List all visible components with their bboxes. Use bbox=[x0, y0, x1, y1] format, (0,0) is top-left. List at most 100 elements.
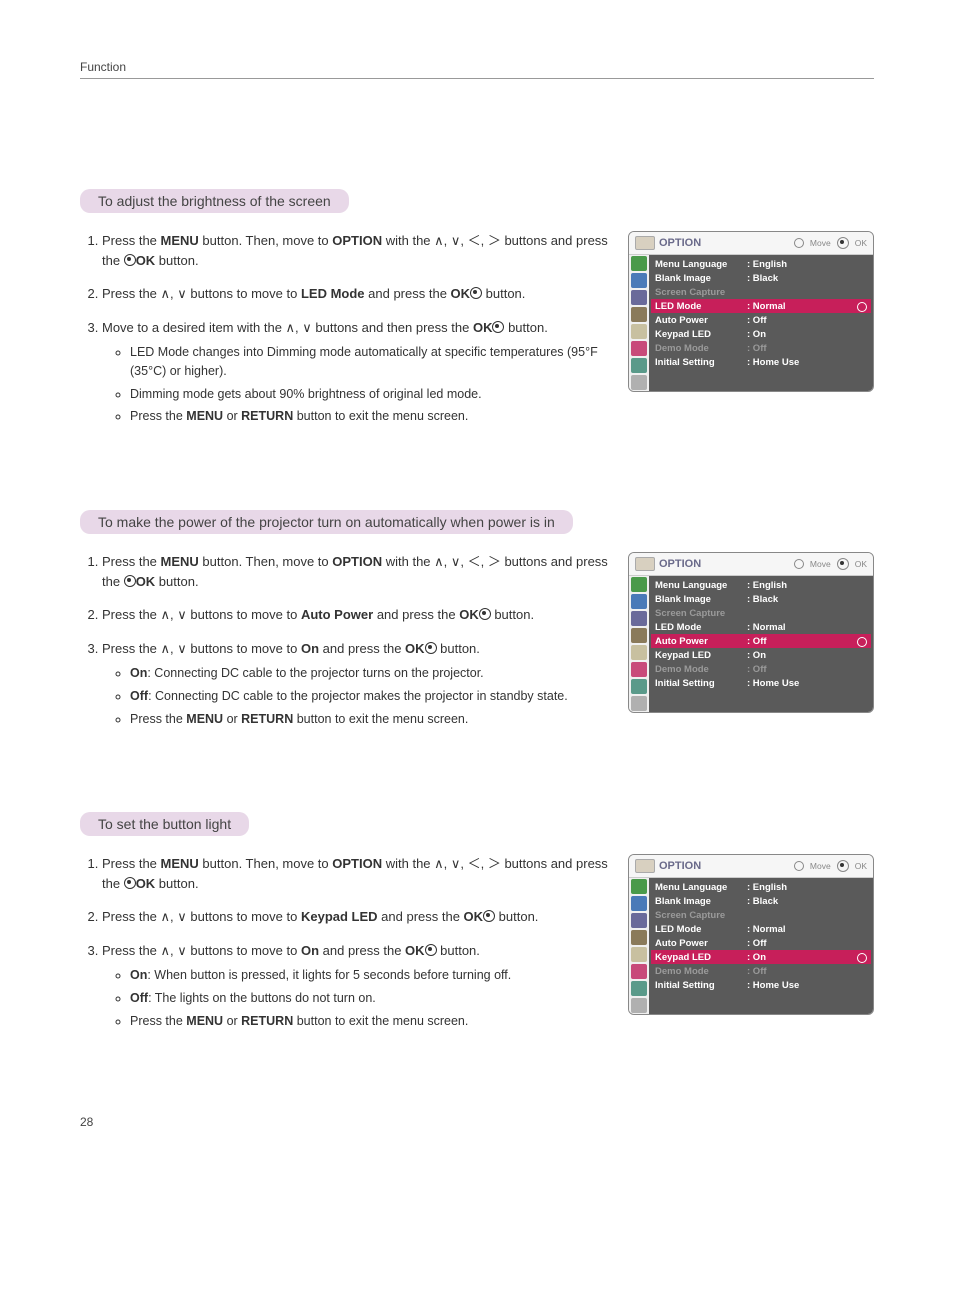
osd-category-icon bbox=[631, 628, 647, 643]
osd-row-label: Blank Image bbox=[655, 896, 747, 907]
osd-row-label: Screen Capture bbox=[655, 287, 747, 298]
instruction-bullet: On: Connecting DC cable to the projector… bbox=[130, 664, 610, 683]
instruction-bullet: Press the MENU or RETURN button to exit … bbox=[130, 710, 610, 729]
osd-row-label: Initial Setting bbox=[655, 678, 747, 689]
page-number: 28 bbox=[80, 1115, 874, 1129]
osd-row: Screen Capture bbox=[649, 606, 873, 620]
osd-row: Screen Capture bbox=[649, 908, 873, 922]
section-heading: To adjust the brightness of the screen bbox=[80, 189, 349, 213]
osd-row-label: Demo Mode bbox=[655, 343, 747, 354]
osd-row-label: Screen Capture bbox=[655, 910, 747, 921]
osd-title: OPTION bbox=[659, 558, 701, 570]
osd-row-label: Auto Power bbox=[655, 315, 747, 326]
osd-row: Blank Image: Black bbox=[649, 592, 873, 606]
osd-row-value: : Home Use bbox=[747, 678, 799, 689]
osd-panel: OPTIONMoveOKMenu Language: EnglishBlank … bbox=[628, 231, 874, 392]
osd-move-label: Move bbox=[810, 861, 831, 871]
osd-category-icon bbox=[631, 341, 647, 356]
osd-row-label: Blank Image bbox=[655, 273, 747, 284]
osd-ok-label: OK bbox=[855, 238, 867, 248]
osd-row: LED Mode: Normal bbox=[651, 299, 871, 313]
osd-category-icon bbox=[631, 324, 647, 339]
osd-row-value: : Off bbox=[747, 664, 767, 675]
osd-row-label: Demo Mode bbox=[655, 966, 747, 977]
osd-category-icon bbox=[631, 679, 647, 694]
osd-row-label: Screen Capture bbox=[655, 608, 747, 619]
osd-ok-label: OK bbox=[855, 559, 867, 569]
osd-category-icon bbox=[631, 913, 647, 928]
instruction-bullet: Press the MENU or RETURN button to exit … bbox=[130, 1012, 610, 1031]
osd-row: Auto Power: Off bbox=[649, 313, 873, 327]
osd-row: Demo Mode: Off bbox=[649, 341, 873, 355]
instruction-text: Press the MENU button. Then, move to OPT… bbox=[80, 552, 610, 742]
osd-row-label: Initial Setting bbox=[655, 357, 747, 368]
ok-icon bbox=[470, 287, 482, 299]
ok-icon bbox=[837, 558, 849, 570]
osd-row-label: LED Mode bbox=[655, 622, 747, 633]
ok-icon bbox=[425, 642, 437, 654]
osd-category-icon bbox=[631, 611, 647, 626]
osd-row-label: Initial Setting bbox=[655, 980, 747, 991]
osd-panel: OPTIONMoveOKMenu Language: EnglishBlank … bbox=[628, 552, 874, 713]
instruction-bullet: LED Mode changes into Dimming mode autom… bbox=[130, 343, 610, 381]
osd-row: Initial Setting: Home Use bbox=[649, 978, 873, 992]
osd-row-label: Demo Mode bbox=[655, 664, 747, 675]
osd-category-icon bbox=[631, 947, 647, 962]
option-category-icon bbox=[635, 236, 655, 250]
osd-row-label: LED Mode bbox=[655, 924, 747, 935]
instruction-text: Press the MENU button. Then, move to OPT… bbox=[80, 231, 610, 440]
option-category-icon bbox=[635, 557, 655, 571]
osd-row-value: : Normal bbox=[747, 924, 786, 935]
ok-icon bbox=[124, 877, 136, 889]
section-heading: To make the power of the projector turn … bbox=[80, 510, 573, 534]
move-nav-icon bbox=[794, 238, 804, 248]
osd-row: Initial Setting: Home Use bbox=[649, 355, 873, 369]
osd-category-icon bbox=[631, 896, 647, 911]
instruction-bullet: Dimming mode gets about 90% brightness o… bbox=[130, 385, 610, 404]
osd-row: LED Mode: Normal bbox=[649, 922, 873, 936]
ok-icon bbox=[425, 944, 437, 956]
osd-row: LED Mode: Normal bbox=[649, 620, 873, 634]
osd-row: Menu Language: English bbox=[649, 880, 873, 894]
osd-row: Keypad LED: On bbox=[649, 327, 873, 341]
osd-category-icon bbox=[631, 964, 647, 979]
osd-row-value: : Off bbox=[747, 938, 767, 949]
ok-icon bbox=[124, 575, 136, 587]
osd-row-label: Menu Language bbox=[655, 580, 747, 591]
osd-panel: OPTIONMoveOKMenu Language: EnglishBlank … bbox=[628, 854, 874, 1015]
osd-row: Screen Capture bbox=[649, 285, 873, 299]
instruction-bullet: Off: The lights on the buttons do not tu… bbox=[130, 989, 610, 1008]
osd-row: Blank Image: Black bbox=[649, 271, 873, 285]
osd-row: Keypad LED: On bbox=[651, 950, 871, 964]
osd-category-icon bbox=[631, 981, 647, 996]
osd-row: Menu Language: English bbox=[649, 257, 873, 271]
ok-icon bbox=[492, 321, 504, 333]
osd-row: Auto Power: Off bbox=[651, 634, 871, 648]
instruction-bullet: On: When button is pressed, it lights fo… bbox=[130, 966, 610, 985]
osd-category-icon bbox=[631, 662, 647, 677]
move-nav-icon bbox=[794, 559, 804, 569]
osd-row-label: Auto Power bbox=[655, 938, 747, 949]
osd-category-icon bbox=[631, 290, 647, 305]
section-heading: To set the button light bbox=[80, 812, 249, 836]
instruction-step: Press the MENU button. Then, move to OPT… bbox=[102, 854, 610, 893]
ok-icon bbox=[483, 910, 495, 922]
instruction-text: Press the MENU button. Then, move to OPT… bbox=[80, 854, 610, 1044]
osd-row: Initial Setting: Home Use bbox=[649, 676, 873, 690]
osd-row-value: : Normal bbox=[747, 301, 786, 312]
osd-row-value: : Black bbox=[747, 273, 778, 284]
osd-category-icon bbox=[631, 256, 647, 271]
osd-row-value: : Off bbox=[747, 315, 767, 326]
osd-row-label: Keypad LED bbox=[655, 329, 747, 340]
osd-row-value: : Normal bbox=[747, 622, 786, 633]
ok-icon bbox=[837, 237, 849, 249]
osd-row-value: : On bbox=[747, 952, 766, 963]
instruction-step: Press the ∧, ∨ buttons to move to Auto P… bbox=[102, 605, 610, 625]
osd-row-value: : Home Use bbox=[747, 357, 799, 368]
osd-row-label: Keypad LED bbox=[655, 650, 747, 661]
osd-row-value: : Off bbox=[747, 966, 767, 977]
osd-row-label: LED Mode bbox=[655, 301, 747, 312]
osd-row: Blank Image: Black bbox=[649, 894, 873, 908]
osd-category-icon bbox=[631, 645, 647, 660]
ok-icon bbox=[837, 860, 849, 872]
